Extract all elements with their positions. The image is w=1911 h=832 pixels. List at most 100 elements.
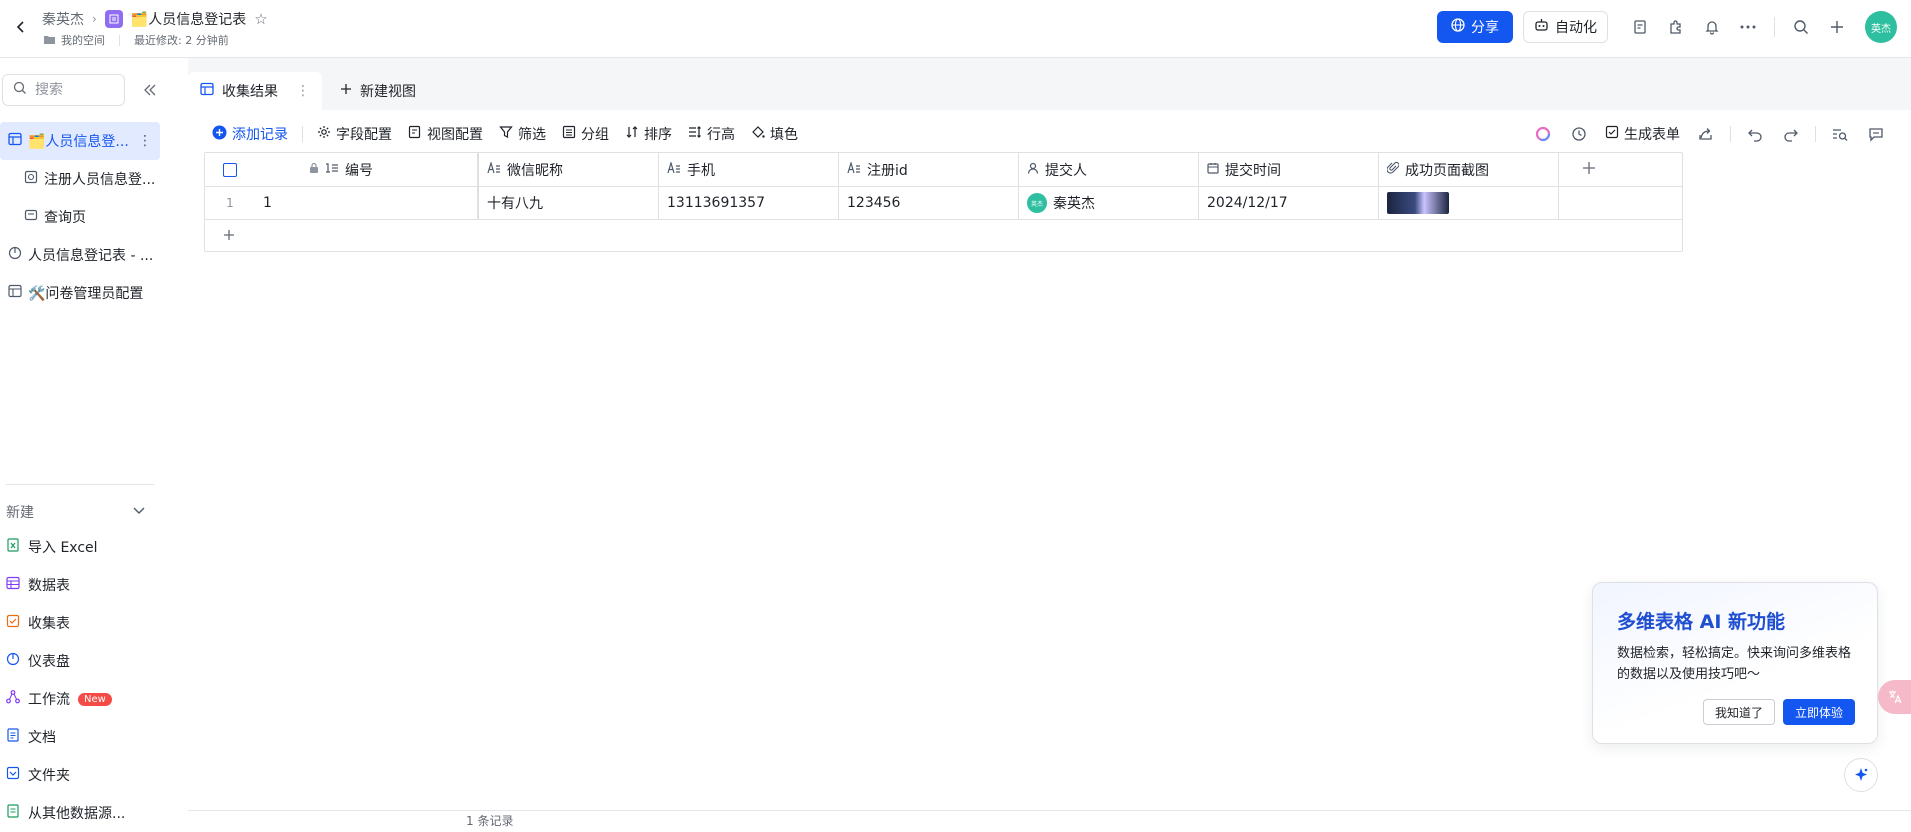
record-count[interactable]: 1 条记录 — [466, 812, 513, 829]
search-input[interactable] — [35, 82, 115, 98]
field-config-button[interactable]: 字段配置 — [309, 120, 400, 148]
sort-button[interactable]: 排序 — [617, 120, 680, 148]
new-document[interactable]: 文档 — [6, 718, 156, 756]
autonumber-icon — [325, 162, 339, 178]
new-data-table[interactable]: 数据表 — [6, 566, 156, 604]
divider — [1815, 126, 1816, 142]
sidebar-item-label: 查询页 — [44, 210, 86, 226]
plus-icon[interactable] — [1819, 10, 1855, 44]
column-header-phone[interactable]: 手机 — [659, 153, 839, 186]
new-from-datasource[interactable]: 从其他数据源... — [6, 794, 156, 832]
column-header-submit-time[interactable]: 提交时间 — [1199, 153, 1379, 186]
cell-value: 秦英杰 — [1053, 196, 1095, 212]
fill-color-button[interactable]: 填色 — [743, 120, 806, 148]
row-height-icon — [688, 125, 702, 143]
search-icon — [13, 81, 27, 99]
divider — [6, 484, 154, 485]
sidebar-item-personnel-table[interactable]: 🗂️人员信息登... ⋮ — [0, 122, 160, 160]
space-link[interactable]: 我的空间 — [61, 32, 105, 48]
cell-screenshot[interactable] — [1379, 187, 1559, 219]
undo-icon[interactable] — [1737, 120, 1773, 148]
group-button[interactable]: 分组 — [554, 120, 617, 148]
view-config-button[interactable]: 视图配置 — [400, 120, 491, 148]
table-row[interactable]: 1 1 十有八九 13113691357 123456 英杰 秦英杰 2024/… — [205, 187, 1682, 220]
new-workflow[interactable]: 工作流 New — [6, 680, 156, 718]
collapse-sidebar-icon[interactable] — [140, 80, 160, 100]
filter-button[interactable]: 筛选 — [491, 120, 554, 148]
add-column-button[interactable] — [1559, 153, 1619, 186]
add-row-button[interactable] — [219, 225, 239, 245]
avatar[interactable]: 英杰 — [1865, 11, 1897, 43]
comment-icon[interactable] — [1858, 120, 1894, 148]
new-item-label: 数据表 — [28, 578, 70, 594]
sidebar-item-query-page[interactable]: 查询页 — [0, 198, 160, 236]
document-title[interactable]: 🗂️人员信息登记表 — [131, 9, 246, 29]
try-now-button[interactable]: 立即体验 — [1783, 699, 1855, 725]
cell-value: 十有八九 — [487, 196, 543, 212]
cell-register-id[interactable]: 123456 — [839, 187, 1019, 219]
sidebar-item-label: 🛠️问卷管理员配置 — [28, 286, 144, 302]
more-vertical-icon[interactable]: ⋮ — [296, 83, 310, 99]
new-section-toggle[interactable]: 新建 — [6, 498, 146, 526]
column-header-id[interactable]: 编号 — [255, 153, 479, 186]
tab-label: 新建视图 — [360, 84, 416, 100]
new-folder[interactable]: 文件夹 — [6, 756, 156, 794]
column-header-nickname[interactable]: 微信昵称 — [479, 153, 659, 186]
add-record-button[interactable]: 添加记录 — [204, 120, 296, 148]
divider — [302, 126, 303, 142]
sidebar-item-admin-config[interactable]: 🛠️问卷管理员配置 — [0, 274, 160, 312]
column-header-screenshot[interactable]: 成功页面截图 — [1379, 153, 1559, 186]
more-vertical-icon[interactable]: ⋮ — [138, 133, 152, 149]
group-label: 分组 — [581, 127, 609, 143]
sidebar-item-dashboard[interactable]: 人员信息登记表 - ... — [0, 236, 160, 274]
grid-view-icon — [200, 82, 214, 100]
ai-sparkle-icon[interactable] — [1844, 758, 1878, 792]
new-import-excel[interactable]: 导入 Excel — [6, 528, 156, 566]
column-header-register-id[interactable]: 注册id — [839, 153, 1019, 186]
tab-collect-results[interactable]: 收集结果 ⋮ — [188, 72, 322, 110]
redo-icon[interactable] — [1773, 120, 1809, 148]
new-dashboard[interactable]: 仪表盘 — [6, 642, 156, 680]
fill-color-label: 填色 — [770, 127, 798, 143]
screenshot-thumbnail[interactable] — [1387, 192, 1449, 214]
doc-info-icon[interactable] — [1622, 10, 1658, 44]
breadcrumb-owner[interactable]: 秦英杰 — [42, 9, 84, 29]
find-icon[interactable] — [1822, 120, 1858, 148]
select-all-checkbox[interactable] — [223, 162, 237, 177]
share-out-icon[interactable] — [1688, 120, 1724, 148]
lock-icon — [309, 162, 319, 178]
page-icon — [24, 208, 38, 226]
sidebar-item-register-form[interactable]: 注册人员信息登... — [0, 160, 160, 198]
row-height-button[interactable]: 行高 — [680, 120, 743, 148]
search-icon[interactable] — [1783, 10, 1819, 44]
cell-nickname[interactable]: 十有八九 — [479, 187, 659, 219]
base-doc-icon — [104, 10, 123, 28]
history-icon[interactable] — [1561, 120, 1597, 148]
table-icon — [6, 576, 20, 594]
top-actions: 分享 自动化 英杰 — [1437, 10, 1911, 44]
toolbar-right: 生成表单 — [1525, 120, 1894, 148]
cell-submit-time[interactable]: 2024/12/17 — [1199, 187, 1379, 219]
back-icon[interactable] — [10, 16, 32, 38]
more-icon[interactable] — [1730, 10, 1766, 44]
plugin-icon[interactable] — [1658, 10, 1694, 44]
cell-submitter[interactable]: 英杰 秦英杰 — [1019, 187, 1199, 219]
ai-feature-popup: 多维表格 AI 新功能 数据检索，轻松搞定。快来询问多维表格的数据以及使用技巧吧… — [1592, 582, 1878, 744]
share-button[interactable]: 分享 — [1437, 11, 1513, 43]
form-icon — [24, 170, 38, 188]
translate-icon[interactable] — [1878, 680, 1911, 714]
new-form[interactable]: 收集表 — [6, 604, 156, 642]
bell-icon[interactable] — [1694, 10, 1730, 44]
tab-new-view[interactable]: 新建视图 — [328, 72, 428, 110]
dismiss-button[interactable]: 我知道了 — [1703, 699, 1775, 725]
filter-icon — [499, 125, 513, 143]
ai-orb-icon[interactable] — [1525, 120, 1561, 148]
cell-id[interactable]: 1 — [255, 187, 479, 219]
table-icon — [8, 284, 22, 302]
star-icon[interactable]: ☆ — [254, 10, 267, 28]
automation-button[interactable]: 自动化 — [1523, 11, 1608, 43]
column-header-submitter[interactable]: 提交人 — [1019, 153, 1199, 186]
tab-label: 收集结果 — [222, 84, 278, 100]
cell-phone[interactable]: 13113691357 — [659, 187, 839, 219]
generate-form-button[interactable]: 生成表单 — [1597, 120, 1688, 148]
